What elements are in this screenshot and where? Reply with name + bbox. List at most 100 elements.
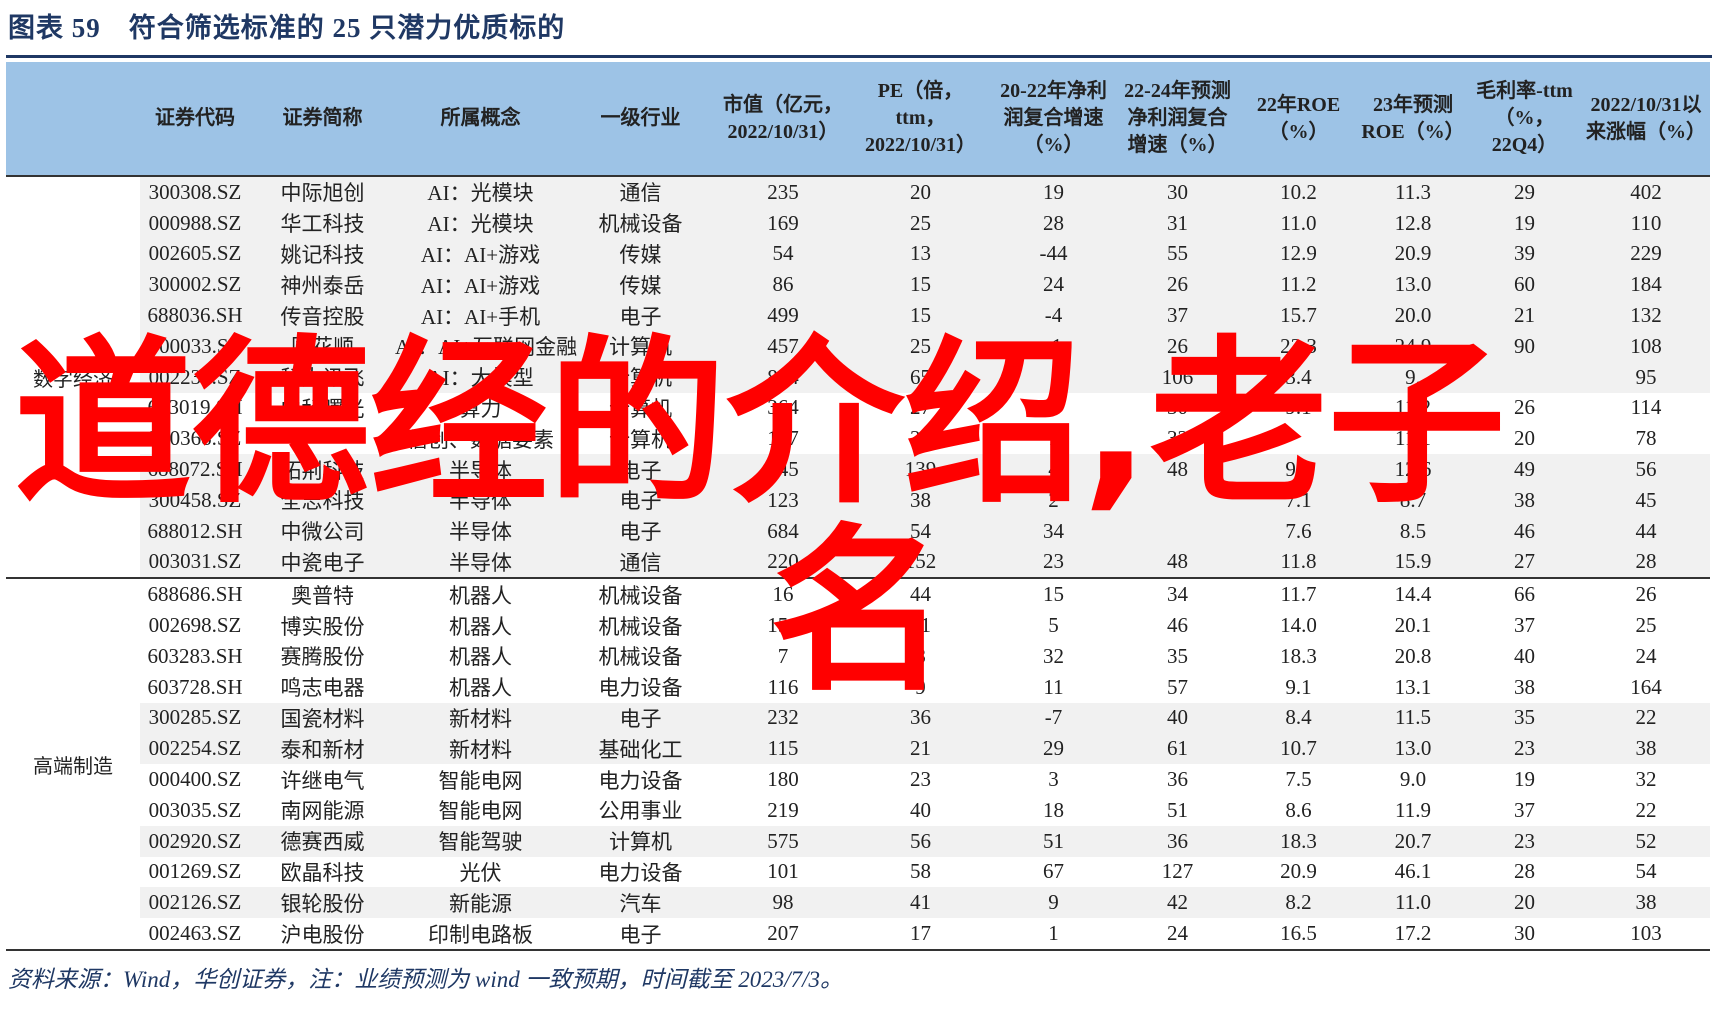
table-row: 603728.SH 鸣志电器 机器人 电力设备 116 9 11 57 9.1 13.1 38 164 <box>6 672 1710 703</box>
table-row: 603019.SH 中科曙光 算力 计算机 364 27 3 30 9.1 11.2 26 114 <box>6 393 1710 424</box>
table-cell: 499 <box>715 300 851 331</box>
table-cell: 14.0 <box>1280 613 1317 638</box>
table-cell: 13.0 <box>1359 269 1467 301</box>
table-cell: 35 <box>1467 702 1582 734</box>
table-row: 003031.SZ 中瓷电子 半导体 通信 220 152 23 48 11.8 15.9 27 28 <box>6 546 1710 580</box>
table-cell: AI：AI+游戏 <box>395 238 566 270</box>
table-cell: 9.1 <box>1285 395 1312 420</box>
table-cell: 神州泰岳 <box>250 269 395 301</box>
table-cell: 华工科技 <box>250 207 395 239</box>
table-cell: 123 <box>715 484 851 516</box>
table-cell: 22 <box>1582 702 1710 734</box>
table-cell: 11.0 <box>1238 207 1359 239</box>
table-cell: 8.4 <box>1238 702 1359 734</box>
table-cell: 51 <box>990 825 1117 857</box>
table-row: 003035.SZ 南网能源 智能电网 公用事业 219 40 18 51 8.6 11.9 37 2… <box>6 795 1710 826</box>
table-cell: 机械设备 <box>566 207 715 239</box>
table-cell: 25 <box>1635 613 1657 638</box>
table-cell: 11.8 <box>1238 546 1359 580</box>
table-cell <box>1117 484 1238 516</box>
table-cell: 35 <box>1167 643 1188 668</box>
table-cell: 115 <box>715 733 851 765</box>
table-cell: 26 <box>1117 269 1238 301</box>
table-cell: 全志科技 <box>250 484 395 516</box>
table-cell: 9.0 <box>1399 767 1427 792</box>
table-cell: 603019.SH <box>147 395 243 420</box>
table-cell: 20.7 <box>1359 825 1467 857</box>
table-cell: 23 <box>1467 733 1582 765</box>
table-cell: 300368.SZ <box>148 426 242 451</box>
column-header: 所属概念 <box>395 62 566 177</box>
table-cell: 116 <box>767 674 799 699</box>
table-cell: 5 <box>1048 613 1059 638</box>
table-cell: 1 <box>990 918 1117 951</box>
table-cell: 新能源 <box>395 887 566 919</box>
table-cell: 15 <box>851 269 990 301</box>
table-cell: -1 <box>990 330 1117 362</box>
table-cell: 7.1 <box>1238 484 1359 516</box>
table-row: 002698.SZ 博实股份 机器人 机械设备 156 31 5 46 14.0 20.1 37 25 <box>6 610 1710 641</box>
table-cell: 101 <box>767 859 799 884</box>
table-cell: 49 <box>1467 454 1582 485</box>
table-cell: 光伏 <box>459 860 502 885</box>
table-cell: 56 <box>1582 454 1710 485</box>
table-cell: 3.4 <box>1238 361 1359 393</box>
table-cell: 55 <box>1117 238 1238 270</box>
table-cell: 传媒 <box>566 269 715 301</box>
table-cell: 计算机 <box>609 427 672 452</box>
group-label: 高端制造 <box>6 578 140 951</box>
table-cell: 31 <box>910 613 931 638</box>
table-cell: 电子 <box>566 918 715 951</box>
table-cell: 传音控股 <box>250 300 395 331</box>
table-cell: 28 <box>1582 546 1710 580</box>
table-cell: 机器人 <box>449 676 512 701</box>
table-cell: 002920.SZ <box>140 825 250 857</box>
table-cell: 4 <box>990 454 1117 485</box>
table-cell: 11.7 <box>1280 582 1317 607</box>
table-cell: 54 <box>851 515 990 547</box>
table-cell: 德赛西威 <box>250 825 395 857</box>
table-cell: 78 <box>1635 426 1657 451</box>
table-cell: 232 <box>715 702 851 734</box>
table-cell: 电子 <box>566 702 715 734</box>
table-cell: 7.5 <box>1285 767 1312 792</box>
column-header: 证券简称 <box>250 62 395 177</box>
title-divider <box>6 55 1712 58</box>
table-cell: 11.0 <box>1359 887 1467 919</box>
table-cell: 156 <box>767 613 799 638</box>
table-cell: 9. <box>1359 361 1467 393</box>
table-cell: 20.8 <box>1394 643 1432 668</box>
table-cell: 机械设备 <box>598 583 683 608</box>
table-cell: AI：AI+游戏 <box>395 269 566 301</box>
table-cell: 24 <box>1117 918 1238 951</box>
table-cell: 30 <box>1167 395 1188 420</box>
table-cell: 拓荆科技 <box>250 454 395 485</box>
table-cell: 26 <box>1514 395 1535 420</box>
table-row: 300458.SZ 全志科技 半导体 电子 123 38 2 7.1 8.7 38 45 <box>6 484 1710 516</box>
table-cell: 25 <box>851 207 990 239</box>
table-cell: 139 <box>851 454 990 485</box>
table-cell: 002230.SZ <box>140 361 250 393</box>
table-cell: 24 <box>990 269 1117 301</box>
table-cell: 机械设备 <box>598 614 683 639</box>
table-cell: 24 <box>1635 643 1657 668</box>
table-cell: 8.6 <box>1285 797 1312 822</box>
column-header: 2022/10/31以来涨幅（%） <box>1582 62 1710 177</box>
table-cell: 11.5 <box>1359 702 1467 734</box>
table-cell: 26 <box>1117 330 1238 362</box>
table-cell: 中微公司 <box>250 515 395 547</box>
table-cell: 国瓷材料 <box>250 702 395 734</box>
table-cell: 114 <box>1630 395 1662 420</box>
table-row: 002920.SZ 德赛西威 智能驾驶 计算机 575 56 51 36 18.3 20.7 23 5… <box>6 825 1710 857</box>
table-cell: 半导体 <box>395 454 566 485</box>
table-cell: 22 <box>1635 797 1657 822</box>
table-cell: 算力 <box>459 396 502 421</box>
table-cell: 26 <box>1635 582 1657 607</box>
table-cell: 46 <box>1467 515 1582 547</box>
table-cell: 中瓷电子 <box>250 546 395 580</box>
table-cell: 赛腾股份 <box>280 645 365 670</box>
table-cell: 科大讯飞 <box>250 361 395 393</box>
table-cell: 300308.SZ <box>140 176 250 208</box>
table-cell: 108 <box>1582 330 1710 362</box>
table-cell: 54 <box>1635 859 1657 884</box>
